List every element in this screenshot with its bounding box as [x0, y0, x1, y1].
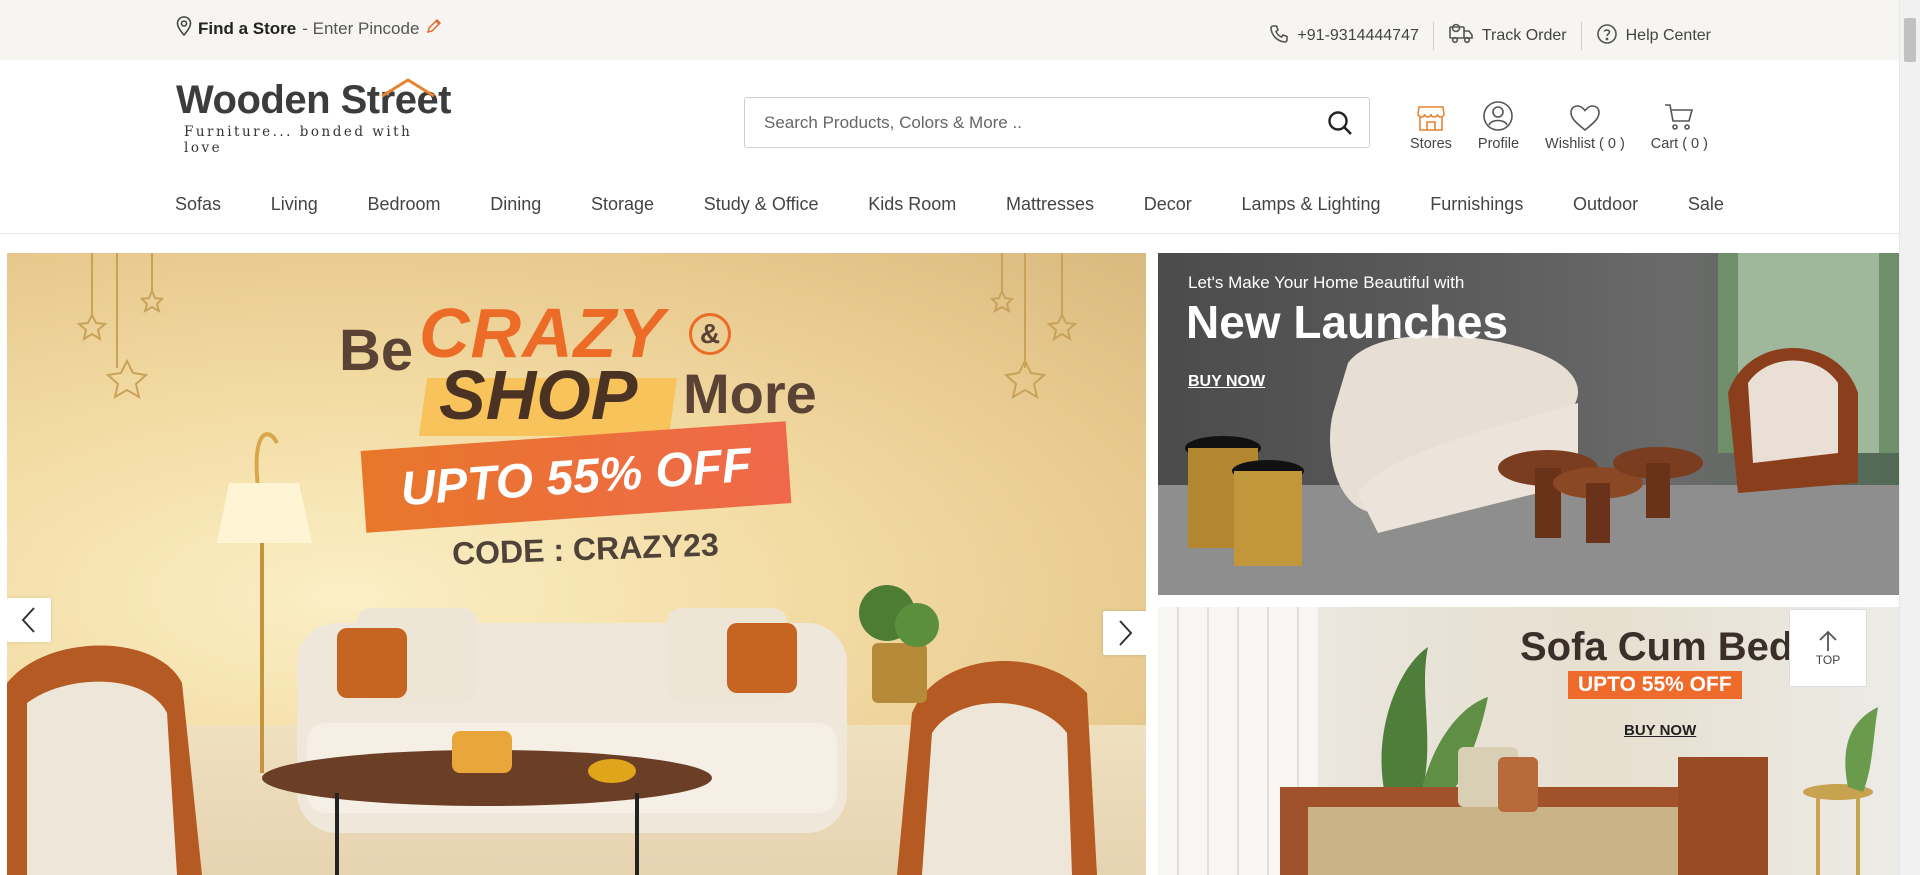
- new-launches-banner[interactable]: Let's Make Your Home Beautiful with New …: [1158, 253, 1899, 595]
- delivery-truck-icon: [1448, 23, 1474, 50]
- stores-button[interactable]: Stores: [1410, 96, 1452, 152]
- help-center-label[interactable]: Help Center: [1626, 27, 1711, 45]
- wishlist-button[interactable]: Wishlist ( 0 ): [1545, 96, 1625, 152]
- chevron-right-icon: [1119, 620, 1133, 646]
- wishlist-label[interactable]: Wishlist ( 0 ): [1545, 136, 1625, 152]
- nav-item-sale[interactable]: Sale: [1688, 194, 1724, 215]
- cart-button[interactable]: Cart ( 0 ): [1651, 96, 1708, 152]
- scroll-to-top-label: TOP: [1815, 653, 1841, 667]
- phone-icon: [1269, 24, 1289, 49]
- new-launches-title: New Launches: [1186, 296, 1509, 348]
- nav-item-study-office[interactable]: Study & Office: [704, 194, 819, 215]
- location-pin-icon: [176, 16, 192, 41]
- hero-carousel-slide[interactable]: Be CRAZY & SHOP More UPTO 55% OFF CODE :…: [7, 253, 1146, 875]
- nav-item-decor[interactable]: Decor: [1144, 194, 1192, 215]
- potted-plant: [859, 585, 939, 703]
- nav-item-mattresses[interactable]: Mattresses: [1006, 194, 1094, 215]
- search-bar: [744, 97, 1370, 148]
- sofa-cum-bed-offer: UPTO 55% OFF: [1568, 671, 1742, 699]
- new-launches-buy-now-link[interactable]: BUY NOW: [1188, 373, 1265, 391]
- profile-button[interactable]: Profile: [1478, 96, 1519, 152]
- heart-icon: [1570, 105, 1600, 132]
- find-store-label[interactable]: Find a Store: [198, 19, 296, 39]
- nav-item-kids-room[interactable]: Kids Room: [868, 194, 956, 215]
- header-actions: Stores Profile Wishlist ( 0 ) Cart ( 0 ): [1410, 96, 1734, 152]
- phone-link[interactable]: +91-9314444747: [1255, 24, 1432, 49]
- enter-pincode-label[interactable]: - Enter Pincode: [302, 19, 419, 39]
- help-question-icon: [1596, 23, 1618, 50]
- arrow-up-icon: [1819, 630, 1837, 651]
- user-profile-icon: [1483, 101, 1514, 131]
- shopping-cart-icon: [1665, 104, 1694, 130]
- scrollbar-thumb[interactable]: [1904, 18, 1916, 62]
- nav-item-storage[interactable]: Storage: [591, 194, 654, 215]
- hero-word-shop: SHOP: [439, 356, 638, 434]
- chevron-left-icon: [21, 607, 35, 633]
- hero-ampersand: &: [689, 313, 731, 355]
- carousel-next-button[interactable]: [1103, 611, 1146, 655]
- page-scrollbar[interactable]: [1899, 0, 1920, 875]
- sofa-cum-bed-title: Sofa Cum Bed: [1520, 625, 1794, 669]
- site-logo[interactable]: Wooden Street Furniture... bonded with l…: [176, 78, 456, 156]
- help-center-link[interactable]: Help Center: [1582, 23, 1725, 50]
- phone-number[interactable]: +91-9314444747: [1297, 27, 1418, 45]
- track-order-link[interactable]: Track Order: [1434, 23, 1581, 50]
- new-launches-subtitle: Let's Make Your Home Beautiful with: [1188, 273, 1465, 292]
- edit-pencil-icon[interactable]: [425, 17, 443, 40]
- nav-item-living[interactable]: Living: [271, 194, 318, 215]
- carousel-prev-button[interactable]: [7, 598, 51, 642]
- logo-tagline: Furniture... bonded with love: [184, 124, 413, 156]
- logo-roof-icon: [381, 78, 435, 98]
- search-icon[interactable]: [1327, 110, 1353, 141]
- track-order-label[interactable]: Track Order: [1482, 27, 1567, 45]
- cart-label[interactable]: Cart ( 0 ): [1651, 136, 1708, 152]
- nav-item-bedroom[interactable]: Bedroom: [368, 194, 441, 215]
- hero-word-be: Be: [339, 318, 414, 383]
- profile-label[interactable]: Profile: [1478, 136, 1519, 152]
- nav-item-lamps-lighting[interactable]: Lamps & Lighting: [1241, 194, 1380, 215]
- scroll-to-top-button[interactable]: TOP: [1789, 609, 1867, 687]
- topbar-links: +91-9314444747 Track Order Help Center: [1255, 22, 1725, 50]
- hero-word-more: More: [683, 362, 817, 425]
- nav-item-sofas[interactable]: Sofas: [175, 194, 221, 215]
- hero-offer-text: UPTO 55% OFF: [398, 438, 754, 516]
- search-input[interactable]: [745, 98, 1285, 147]
- nav-item-furnishings[interactable]: Furnishings: [1430, 194, 1523, 215]
- nav-item-outdoor[interactable]: Outdoor: [1573, 194, 1638, 215]
- top-utility-bar: Find a Store - Enter Pincode +91-9314444…: [0, 0, 1899, 60]
- sofa-cum-bed-buy-now-link[interactable]: BUY NOW: [1624, 722, 1696, 739]
- sofa-cum-bed-banner[interactable]: Sofa Cum Bed UPTO 55% OFF BUY NOW: [1158, 607, 1899, 875]
- nav-item-dining[interactable]: Dining: [490, 194, 541, 215]
- stores-label[interactable]: Stores: [1410, 136, 1452, 152]
- category-nav: Sofas Living Bedroom Dining Storage Stud…: [0, 182, 1899, 234]
- find-store[interactable]: Find a Store - Enter Pincode: [176, 16, 443, 41]
- storefront-icon: [1417, 106, 1445, 131]
